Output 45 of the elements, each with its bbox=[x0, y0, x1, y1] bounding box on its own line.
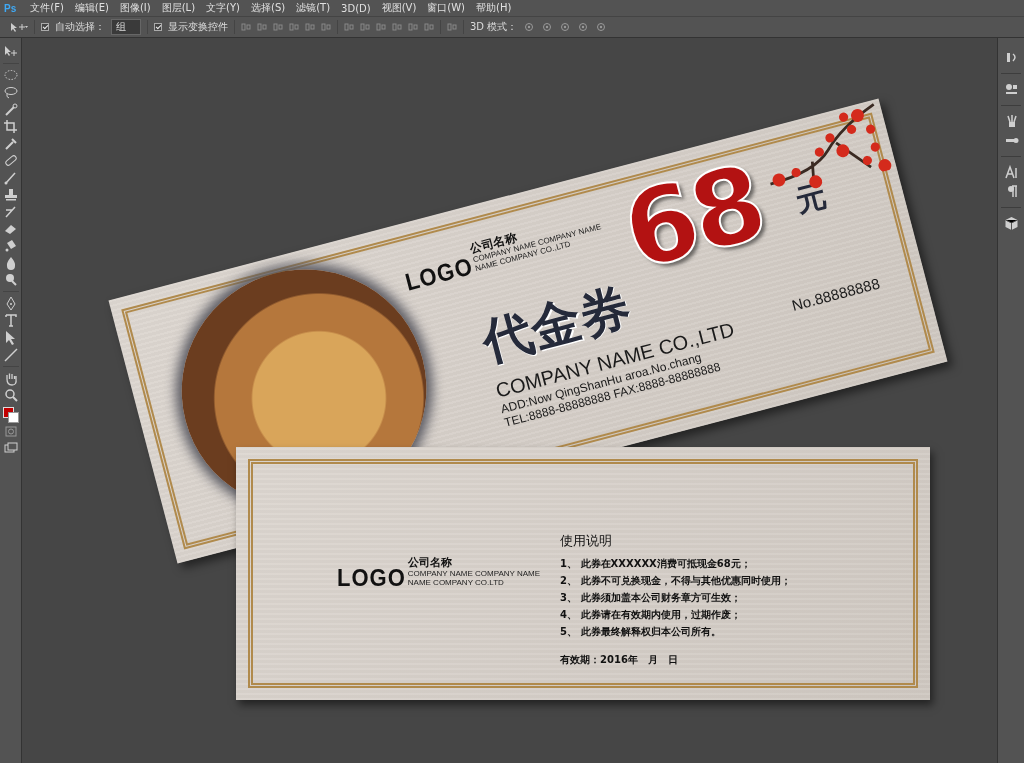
background-color-swatch[interactable] bbox=[7, 412, 19, 423]
menu-item[interactable]: 文件(F) bbox=[30, 1, 64, 15]
zoom-icon[interactable] bbox=[2, 388, 19, 403]
line-icon[interactable] bbox=[2, 347, 19, 362]
character-icon[interactable] bbox=[1003, 165, 1019, 180]
checkbox[interactable] bbox=[41, 23, 49, 31]
mode-3d-label: 3D 模式： bbox=[470, 20, 518, 34]
rule-text: 1、 此券在XXXXXX消费可抵现金68元； bbox=[560, 557, 752, 571]
rule-text: 4、 此券请在有效期内使用，过期作废； bbox=[560, 608, 742, 622]
bandage-icon[interactable] bbox=[2, 153, 19, 168]
menu-item[interactable]: 文字(Y) bbox=[206, 1, 240, 15]
company-name-en: COMPANY NAME COMPANY NAME bbox=[407, 569, 541, 579]
arrow-cross-icon[interactable] bbox=[2, 44, 19, 59]
stamp-icon[interactable] bbox=[2, 187, 19, 202]
validity-text: 有效期：2016年 月 日 bbox=[560, 653, 679, 667]
brush-icon[interactable] bbox=[2, 170, 19, 185]
screen-mode-icon[interactable] bbox=[2, 441, 19, 455]
voucher-amount: 68 bbox=[613, 149, 773, 286]
crop-icon[interactable] bbox=[2, 119, 19, 134]
instructions-heading: 使用说明 bbox=[560, 532, 614, 550]
rule-text: 2、 此券不可兑换现金，不得与其他优惠同时使用； bbox=[560, 574, 791, 588]
menu-item[interactable]: 滤镜(T) bbox=[296, 1, 331, 15]
checkbox[interactable] bbox=[154, 23, 162, 31]
checkbox-label: 自动选择： bbox=[55, 20, 105, 34]
menu-item[interactable]: 选择(S) bbox=[251, 1, 286, 15]
dotted-ellipse-icon[interactable] bbox=[2, 68, 19, 83]
menu-item[interactable]: 视图(V) bbox=[381, 1, 417, 15]
checkbox-label: 显示变换控件 bbox=[168, 20, 228, 34]
menu-item[interactable]: 图层(L) bbox=[161, 1, 196, 15]
company-name-en: NAME COMPANY CO.LTD bbox=[407, 578, 505, 588]
type-tool-icon[interactable] bbox=[2, 313, 19, 328]
rule-text: 5、 此券最终解释权归本公司所有。 bbox=[560, 625, 722, 639]
rule-text: 3、 此券须加盖本公司财务章方可生效； bbox=[560, 591, 742, 605]
company-name-cn: 公司名称 bbox=[407, 557, 453, 570]
menu-item[interactable]: 编辑(E) bbox=[74, 1, 109, 15]
lasso-icon[interactable] bbox=[2, 85, 19, 100]
menu-item[interactable]: 帮助(H) bbox=[476, 1, 512, 15]
logo-text: LOGO bbox=[337, 566, 406, 591]
menu-item[interactable]: 图像(I) bbox=[119, 1, 151, 15]
cube-icon[interactable] bbox=[1003, 216, 1019, 231]
menu-item[interactable]: 窗口(W) bbox=[427, 1, 465, 15]
target-dropdown[interactable]: 组 bbox=[111, 19, 141, 35]
menu-item[interactable]: 3D(D) bbox=[341, 2, 371, 14]
move-tool-icon[interactable] bbox=[10, 22, 28, 32]
app-logo: Ps bbox=[4, 2, 17, 14]
